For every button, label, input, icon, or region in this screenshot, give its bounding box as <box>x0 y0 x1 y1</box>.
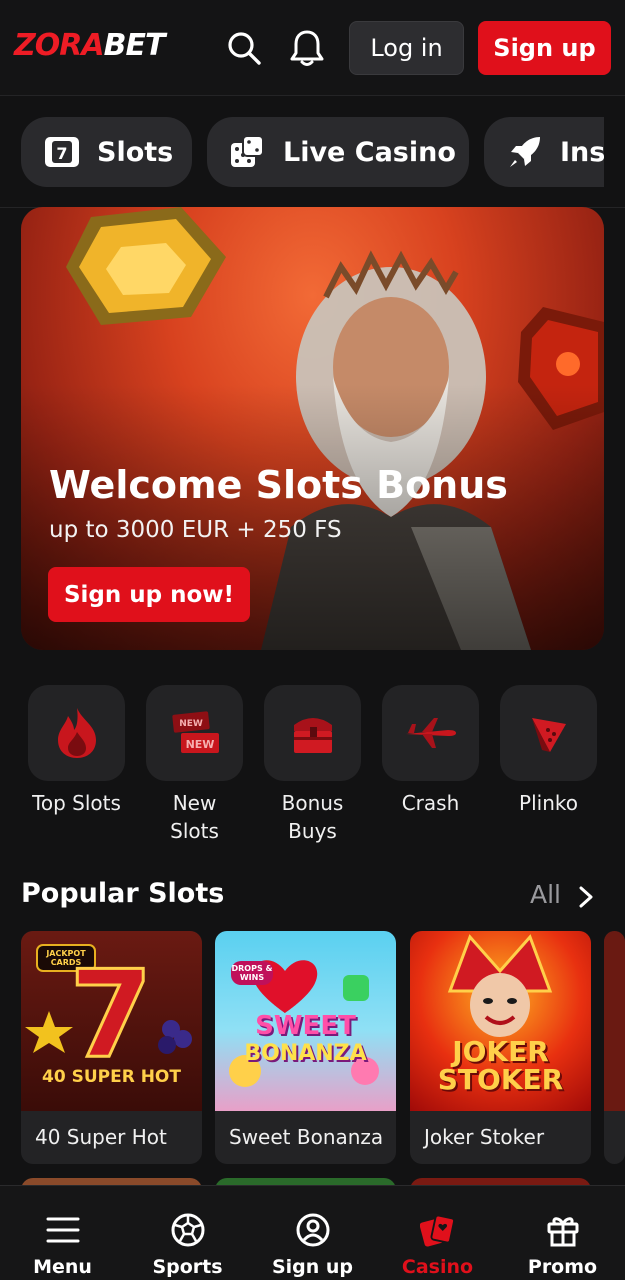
category-instant[interactable]: Instant <box>484 117 604 187</box>
game-card-joker-stoker[interactable]: JOKER STOKER Joker Stoker <box>410 931 591 1164</box>
nav-label: Sign up <box>271 1256 354 1278</box>
game-thumbnail: JOKER STOKER <box>410 931 591 1111</box>
zorabet-logo[interactable]: ZORABET <box>14 28 166 63</box>
game-card-40-super-hot[interactable]: 7 40 SUPER HOT JACKPOT CARDS 40 Super Ho… <box>21 931 202 1164</box>
nav-sports[interactable]: Sports <box>125 1186 250 1280</box>
nav-label: Casino <box>401 1256 474 1278</box>
quick-plinko[interactable]: Plinko <box>500 685 597 817</box>
quick-label: New Slots <box>170 791 219 843</box>
welcome-bonus-banner[interactable]: Welcome Slots Bonus up to 3000 EUR + 250… <box>21 207 604 650</box>
svg-text:7: 7 <box>56 144 67 163</box>
nav-label: Menu <box>33 1256 92 1278</box>
category-slots[interactable]: 7 Slots <box>21 117 192 187</box>
user-icon <box>295 1212 331 1248</box>
banner-title: Welcome Slots Bonus <box>49 463 508 507</box>
search-icon[interactable] <box>222 24 266 72</box>
plane-icon <box>382 685 479 781</box>
svg-text:NEW: NEW <box>179 719 203 729</box>
nav-signup[interactable]: Sign up <box>250 1186 375 1280</box>
login-button[interactable]: Log in <box>349 21 464 75</box>
category-label: Live Casino <box>283 136 456 168</box>
signup-now-button[interactable]: Sign up now! <box>48 567 250 622</box>
game-name: 40 Super Hot <box>35 1125 167 1149</box>
new-badge-icon: NEW NEW <box>146 685 243 781</box>
nav-label: Sports <box>152 1256 223 1278</box>
see-all-link[interactable]: All <box>530 880 561 909</box>
popular-slots-title: Popular Slots <box>21 878 225 909</box>
dice-icon <box>229 133 267 171</box>
game-thumbnail: 7 40 SUPER HOT JACKPOT CARDS <box>21 931 202 1111</box>
logo-bet: BET <box>103 28 166 63</box>
bell-icon[interactable] <box>285 24 329 72</box>
game-card-sweet-bonanza[interactable]: SWEET BONANZA DROPS & WINS Sweet Bonanza <box>215 931 396 1164</box>
nav-promo[interactable]: Promo <box>500 1186 625 1280</box>
quick-label: Top Slots <box>32 791 121 815</box>
game-art-subtitle: BONANZA <box>244 1041 367 1066</box>
category-live-casino[interactable]: Live Casino <box>207 117 469 187</box>
quick-top-slots[interactable]: Top Slots <box>28 685 125 817</box>
hamburger-icon <box>45 1212 81 1248</box>
game-thumbnail <box>604 931 625 1111</box>
cards-icon <box>419 1212 456 1248</box>
flame-icon <box>28 685 125 781</box>
bottom-navigation: Menu Sports Sign up Casino Promo <box>0 1185 625 1280</box>
drops-wins-badge: DROPS & WINS <box>231 961 273 985</box>
quick-label: Bonus Buys <box>281 791 344 843</box>
quick-label: Plinko <box>519 791 578 815</box>
game-name: Sweet Bonanza <box>229 1125 384 1149</box>
nav-casino[interactable]: Casino <box>375 1186 500 1280</box>
category-label: Instant <box>560 136 604 168</box>
game-thumbnail: SWEET BONANZA DROPS & WINS <box>215 931 396 1111</box>
logo-zora: ZORA <box>14 28 105 63</box>
quick-new-slots[interactable]: NEW NEW New Slots <box>146 685 243 845</box>
svg-text:NEW: NEW <box>185 738 214 751</box>
gift-icon <box>545 1212 581 1248</box>
game-card-partial[interactable] <box>604 931 625 1164</box>
treasure-chest-icon <box>264 685 361 781</box>
app-header: ZORABET Log in Sign up <box>0 0 625 96</box>
nav-label: Promo <box>527 1256 598 1278</box>
banner-subtitle: up to 3000 EUR + 250 FS <box>49 517 342 543</box>
signup-button[interactable]: Sign up <box>478 21 611 75</box>
quick-label: Crash <box>401 791 460 815</box>
game-art-title: SWEET <box>255 1011 356 1041</box>
slot-seven-icon: 7 <box>43 133 81 171</box>
jackpot-badge: JACKPOT CARDS <box>46 949 86 967</box>
game-name: Joker Stoker <box>424 1125 545 1149</box>
soccer-ball-icon <box>170 1212 206 1248</box>
category-scroller[interactable]: 7 Slots Live Casino Instant <box>21 117 604 187</box>
rocket-icon <box>506 133 544 171</box>
quick-bonus-buys[interactable]: Bonus Buys <box>264 685 361 845</box>
category-label: Slots <box>97 136 174 168</box>
category-bar: 7 Slots Live Casino Instant <box>0 96 625 208</box>
chevron-right-icon[interactable] <box>576 884 596 910</box>
game-art-title: 40 SUPER HOT <box>42 1067 181 1087</box>
pyramid-icon <box>500 685 597 781</box>
nav-menu[interactable]: Menu <box>0 1186 125 1280</box>
game-art-subtitle: STOKER <box>437 1063 564 1096</box>
quick-crash[interactable]: Crash <box>382 685 479 817</box>
